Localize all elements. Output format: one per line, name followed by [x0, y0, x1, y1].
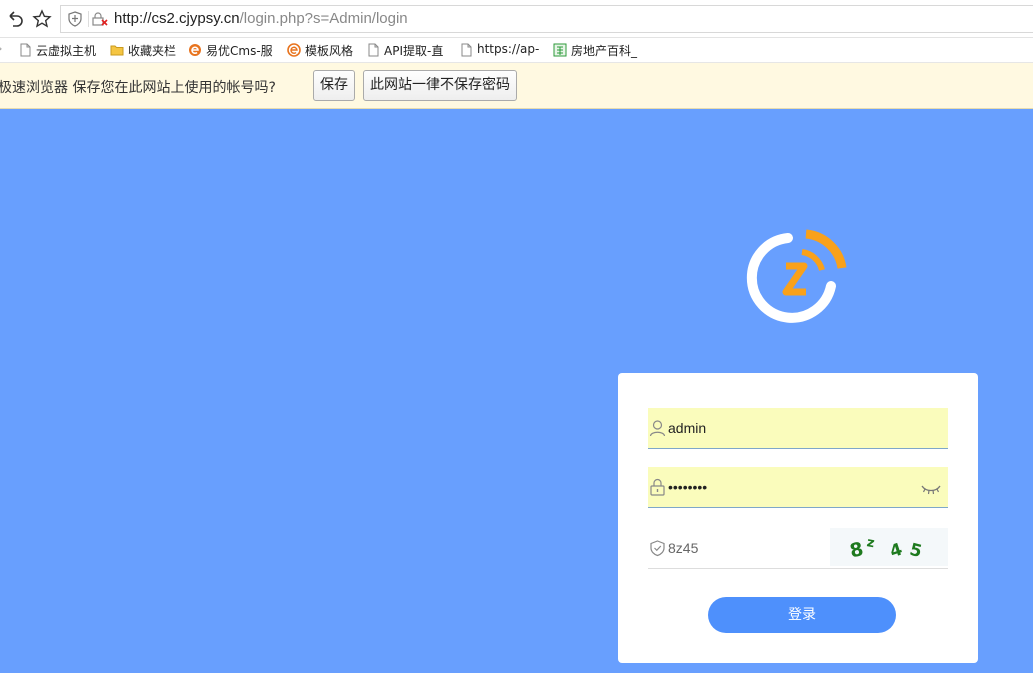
save-password-button[interactable]: 保存	[313, 70, 355, 101]
bookmark-label: 收藏夹栏	[128, 44, 177, 58]
bookmark-item[interactable]: 云虚拟主机	[18, 41, 98, 60]
bookmark-item[interactable]: 易优Cms-服	[188, 41, 278, 60]
bookmark-label: 云虚拟主机	[36, 44, 97, 58]
login-page: admin •••••••• 8z45 8 z 4 5 登录	[0, 109, 1033, 673]
bookmark-item[interactable]: 房地产百科_	[553, 41, 643, 60]
site-logo-icon	[746, 229, 847, 323]
captcha-glyphs: 8 z 4 5	[848, 535, 924, 563]
infobar-message: 极速浏览器 保存您在此网站上使用的帐号吗?	[0, 80, 276, 96]
bookmark-label: 房地产百科_	[571, 44, 638, 58]
shield-check-icon	[650, 540, 665, 557]
svg-text:8: 8	[848, 538, 866, 562]
login-button[interactable]: 登录	[708, 597, 896, 633]
url-path: /login.php?s=Admin/login	[239, 10, 408, 27]
insecure-lock-icon[interactable]	[91, 11, 109, 27]
bookmarks-bar: › 云虚拟主机 收藏夹栏 易优Cms-服 模板风格 API提取-直 https:…	[0, 38, 1033, 63]
url-text[interactable]: http://cs2.cjypsy.cn/login.php?s=Admin/l…	[114, 10, 408, 27]
url-host: http://cs2.cjypsy.cn	[114, 10, 240, 27]
svg-text:z: z	[866, 535, 876, 551]
bookmark-item[interactable]: 收藏夹栏	[110, 41, 182, 60]
captcha-image[interactable]: 8 z 4 5	[830, 528, 948, 566]
page-icon	[20, 43, 31, 57]
lock-icon	[650, 478, 665, 496]
star-icon[interactable]	[32, 9, 52, 29]
divider	[88, 11, 89, 27]
never-save-password-button[interactable]: 此网站一律不保存密码	[363, 70, 517, 101]
bookmark-label: 易优Cms-服	[206, 44, 273, 58]
folder-icon	[110, 45, 124, 56]
svg-text:5: 5	[908, 540, 924, 562]
page-icon	[461, 43, 472, 57]
bookmark-item[interactable]: 模板风格	[287, 41, 359, 60]
bookmark-label: 模板风格	[305, 44, 354, 58]
bookmark-label: API提取-直	[384, 44, 444, 58]
captcha-field[interactable]: 8z45 8 z 4 5	[648, 528, 948, 569]
user-icon	[649, 420, 666, 437]
eyou-logo-icon	[189, 44, 201, 56]
username-field[interactable]: admin	[648, 408, 948, 449]
bookmarks-overflow-icon[interactable]: ›	[0, 42, 2, 55]
back-icon[interactable]	[5, 9, 25, 29]
building-icon	[553, 43, 567, 57]
captcha-value: 8z45	[668, 540, 699, 556]
page-icon	[368, 43, 379, 57]
password-field[interactable]: ••••••••	[648, 467, 948, 508]
svg-text:4: 4	[888, 540, 906, 563]
address-field[interactable]: http://cs2.cjypsy.cn/login.php?s=Admin/l…	[60, 5, 1033, 33]
bookmark-item[interactable]: https://ap-	[459, 41, 543, 60]
password-value: ••••••••	[668, 479, 708, 495]
bookmark-label: https://ap-	[477, 42, 540, 56]
save-password-infobar: 极速浏览器 保存您在此网站上使用的帐号吗? 保存 此网站一律不保存密码	[0, 63, 1033, 109]
login-card: admin •••••••• 8z45 8 z 4 5 登录	[618, 373, 978, 663]
eyou-logo-icon	[287, 43, 301, 57]
bookmark-item[interactable]: API提取-直	[366, 41, 448, 60]
shield-icon[interactable]	[67, 11, 83, 27]
address-bar-row: http://cs2.cjypsy.cn/login.php?s=Admin/l…	[0, 0, 1033, 38]
eye-closed-icon[interactable]	[921, 482, 941, 496]
username-value: admin	[668, 420, 707, 436]
